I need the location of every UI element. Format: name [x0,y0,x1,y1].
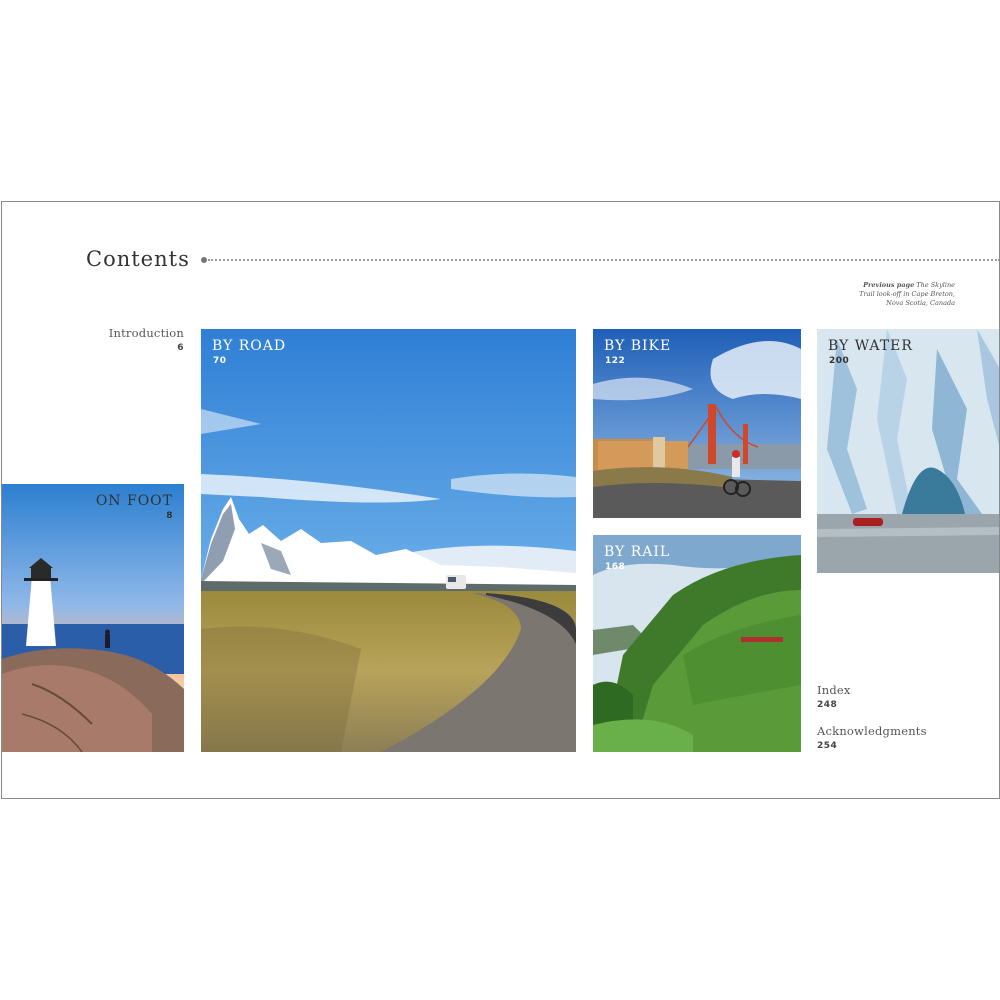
caption-line-3: Nova Scotia, Canada [886,299,955,307]
section-tile-by-road[interactable]: BY ROAD 70 [201,329,576,752]
toc-index-label: Index [817,683,851,697]
toc-acknowledgments[interactable]: Acknowledgments 254 [817,724,927,751]
toc-acknowledgments-page: 254 [817,741,838,751]
road-photo [201,329,576,752]
caption-line-2: Trail look-off in Cape Breton, [859,290,955,298]
toc-acknowledgments-label: Acknowledgments [817,724,927,738]
section-page-by-rail: 168 [605,562,626,572]
section-label-by-bike: BY BIKE [604,338,672,354]
section-label-on-foot: ON FOOT [95,493,173,509]
section-tile-by-rail[interactable]: BY RAIL 168 [593,535,801,752]
section-label-by-water: BY WATER [828,338,913,354]
section-label-by-rail: BY RAIL [604,544,671,560]
caption-lead: Previous page [863,281,915,289]
section-tile-on-foot[interactable]: ON FOOT 8 [2,484,184,752]
toc-index[interactable]: Index 248 [817,683,851,710]
page-title: Contents [86,247,190,271]
contents-page: Contents Previous page The Skyline Trail… [1,201,1000,799]
foot-photo [2,484,184,752]
section-page-on-foot: 8 [166,511,173,521]
toc-introduction-label: Introduction [108,326,184,340]
section-page-by-water: 200 [829,356,850,366]
section-page-by-bike: 122 [605,356,626,366]
section-tile-by-bike[interactable]: BY BIKE 122 [593,329,801,518]
section-tile-by-water[interactable]: BY WATER 200 [817,329,999,573]
toc-introduction[interactable]: Introduction 6 [102,326,184,353]
toc-introduction-page: 6 [177,343,184,353]
section-label-by-road: BY ROAD [212,338,287,354]
title-rule-dot [201,257,207,263]
caption-line-1: The Skyline [916,281,955,289]
section-page-by-road: 70 [213,356,227,366]
photo-caption: Previous page The Skyline Trail look-off… [845,281,955,308]
title-dotted-rule [208,259,999,261]
toc-index-page: 248 [817,700,838,710]
